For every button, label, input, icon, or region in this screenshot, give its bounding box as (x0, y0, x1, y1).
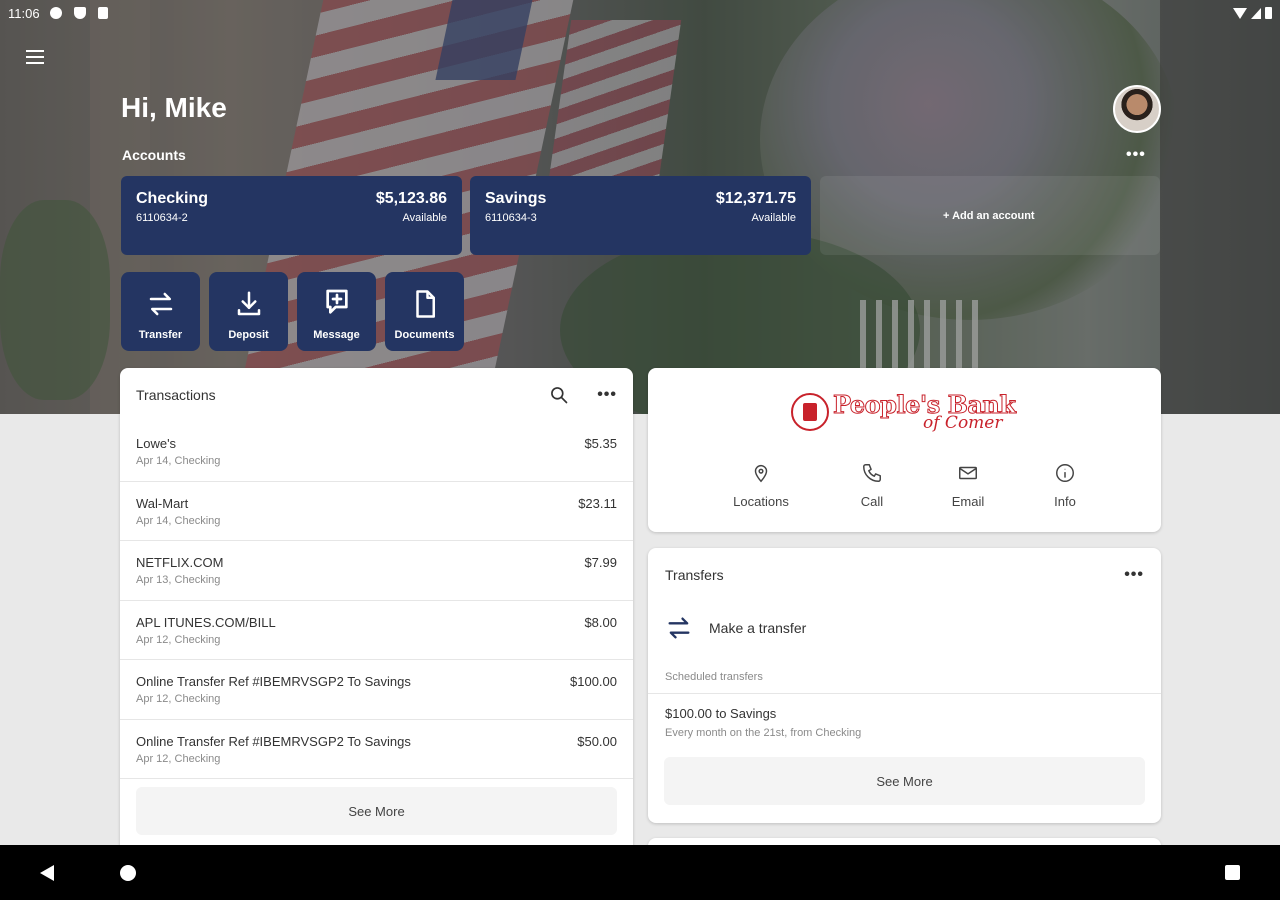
transfers-see-more-button[interactable]: See More (664, 757, 1145, 805)
account-balance: $12,371.75 (715, 190, 796, 207)
transaction-merchant: Wal-Mart (136, 495, 189, 511)
transactions-more-button[interactable]: ••• (597, 386, 617, 404)
email-button[interactable]: Email (928, 462, 1008, 509)
transaction-row[interactable]: NETFLIX.COM Apr 13, Checking $7.99 (120, 541, 633, 601)
scheduled-transfer-title: $100.00 to Savings (665, 706, 777, 721)
recent-apps-icon[interactable] (1225, 865, 1240, 880)
battery-icon (1265, 7, 1272, 19)
phone-icon (863, 464, 881, 482)
bank-info-card: People's Bank of Comer Locations Call Em… (648, 368, 1161, 532)
transaction-amount: $7.99 (584, 555, 617, 570)
action-label: Deposit (228, 329, 269, 341)
transaction-row[interactable]: Wal-Mart Apr 14, Checking $23.11 (120, 482, 633, 541)
transaction-merchant: Online Transfer Ref #IBEMRVSGP2 To Savin… (136, 733, 411, 749)
message-icon (325, 289, 348, 314)
bank-action-label: Email (951, 494, 985, 509)
bank-action-label: Call (860, 494, 884, 509)
transfers-title: Transfers (665, 567, 724, 583)
account-number: 6110634-3 (485, 212, 537, 224)
account-balance: $5,123.86 (375, 190, 447, 207)
document-icon (415, 290, 435, 318)
transaction-row[interactable]: Lowe's Apr 14, Checking $5.35 (120, 422, 633, 482)
search-icon[interactable] (549, 385, 569, 405)
message-action-button[interactable]: Message (297, 272, 376, 351)
greeting: Hi, Mike (121, 92, 227, 123)
transaction-merchant: Lowe's (136, 436, 177, 451)
documents-action-button[interactable]: Documents (385, 272, 464, 351)
account-name: Savings (485, 190, 547, 207)
transaction-date-account: Apr 14, Checking (136, 455, 221, 467)
call-button[interactable]: Call (832, 462, 912, 509)
transaction-amount: $5.35 (584, 436, 617, 451)
transactions-see-more-button[interactable]: See More (136, 787, 617, 835)
deposit-action-button[interactable]: Deposit (209, 272, 288, 351)
transaction-date-account: Apr 14, Checking (136, 514, 221, 527)
transaction-merchant: Online Transfer Ref #IBEMRVSGP2 To Savin… (136, 674, 411, 689)
bank-logo-subtitle: of Comer (923, 413, 1003, 433)
make-transfer-label: Make a transfer (709, 620, 807, 636)
locations-button[interactable]: Locations (721, 462, 801, 509)
wifi-icon (1233, 7, 1247, 19)
bank-action-label: Locations (733, 494, 789, 509)
scheduled-transfers-heading: Scheduled transfers (648, 654, 1161, 694)
action-label: Transfer (138, 329, 183, 341)
mail-icon (959, 466, 977, 480)
info-icon (1056, 464, 1074, 482)
info-button[interactable]: Info (1025, 462, 1105, 509)
account-number: 6110634-2 (136, 212, 188, 224)
transaction-row[interactable]: APL ITUNES.COM/BILL Apr 12, Checking $8.… (120, 601, 633, 660)
scheduled-transfer-detail: Every month on the 21st, from Checking (665, 727, 862, 739)
make-transfer-button[interactable]: Make a transfer (648, 602, 1161, 654)
transaction-merchant: APL ITUNES.COM/BILL (136, 614, 276, 630)
balance-label: Available (402, 212, 447, 224)
account-card-checking[interactable]: Checking $5,123.86 6110634-2 Available (121, 176, 462, 255)
deposit-icon (237, 291, 260, 316)
transaction-date-account: Apr 12, Checking (136, 633, 221, 646)
transfers-more-button[interactable]: ••• (1124, 566, 1144, 584)
transactions-card: Transactions ••• Lowe's Apr 14, Checking… (120, 368, 633, 858)
action-label: Documents (394, 329, 455, 341)
status-bar: 11:06 (0, 0, 1280, 26)
transfer-icon (149, 292, 172, 316)
transfer-icon (668, 617, 690, 639)
home-icon[interactable] (120, 865, 136, 881)
avatar[interactable] (1113, 85, 1161, 133)
back-icon[interactable] (40, 865, 54, 881)
transaction-amount: $23.11 (578, 495, 617, 511)
profile-more-button[interactable]: ••• (1126, 146, 1146, 164)
transaction-date-account: Apr 12, Checking (136, 693, 221, 705)
signal-icon (1251, 7, 1261, 19)
sd-card-notification-icon (97, 7, 108, 19)
transaction-amount: $50.00 (577, 733, 617, 749)
status-time: 11:06 (8, 5, 40, 21)
settings-notification-icon (49, 7, 62, 19)
action-label: Message (313, 329, 360, 341)
account-name: Checking (136, 190, 209, 207)
transfers-card: Transfers ••• Make a transfer Scheduled … (648, 548, 1161, 823)
bank-seal-icon (791, 392, 829, 431)
balance-label: Available (751, 212, 796, 224)
account-card-savings[interactable]: Savings $12,371.75 6110634-3 Available (470, 176, 811, 255)
scheduled-transfer-item[interactable]: $100.00 to Savings Every month on the 21… (648, 694, 1161, 739)
bank-action-label: Info (1054, 494, 1076, 509)
transaction-amount: $100.00 (570, 674, 617, 689)
transfer-action-button[interactable]: Transfer (121, 272, 200, 351)
shield-notification-icon (73, 7, 86, 19)
transaction-merchant: NETFLIX.COM (136, 555, 224, 570)
transaction-amount: $8.00 (584, 614, 617, 630)
transactions-title: Transactions (136, 387, 216, 403)
system-navigation-bar (0, 845, 1280, 900)
transaction-date-account: Apr 13, Checking (136, 574, 221, 586)
bank-logo: People's Bank of Comer (791, 390, 1016, 433)
hamburger-menu-icon[interactable] (26, 46, 48, 68)
transaction-date-account: Apr 12, Checking (136, 752, 221, 765)
transaction-row[interactable]: Online Transfer Ref #IBEMRVSGP2 To Savin… (120, 660, 633, 720)
transaction-row[interactable]: Online Transfer Ref #IBEMRVSGP2 To Savin… (120, 720, 633, 779)
accounts-heading: Accounts (122, 147, 186, 163)
location-pin-icon (754, 465, 768, 483)
add-account-button[interactable]: + Add an account (943, 210, 1035, 222)
